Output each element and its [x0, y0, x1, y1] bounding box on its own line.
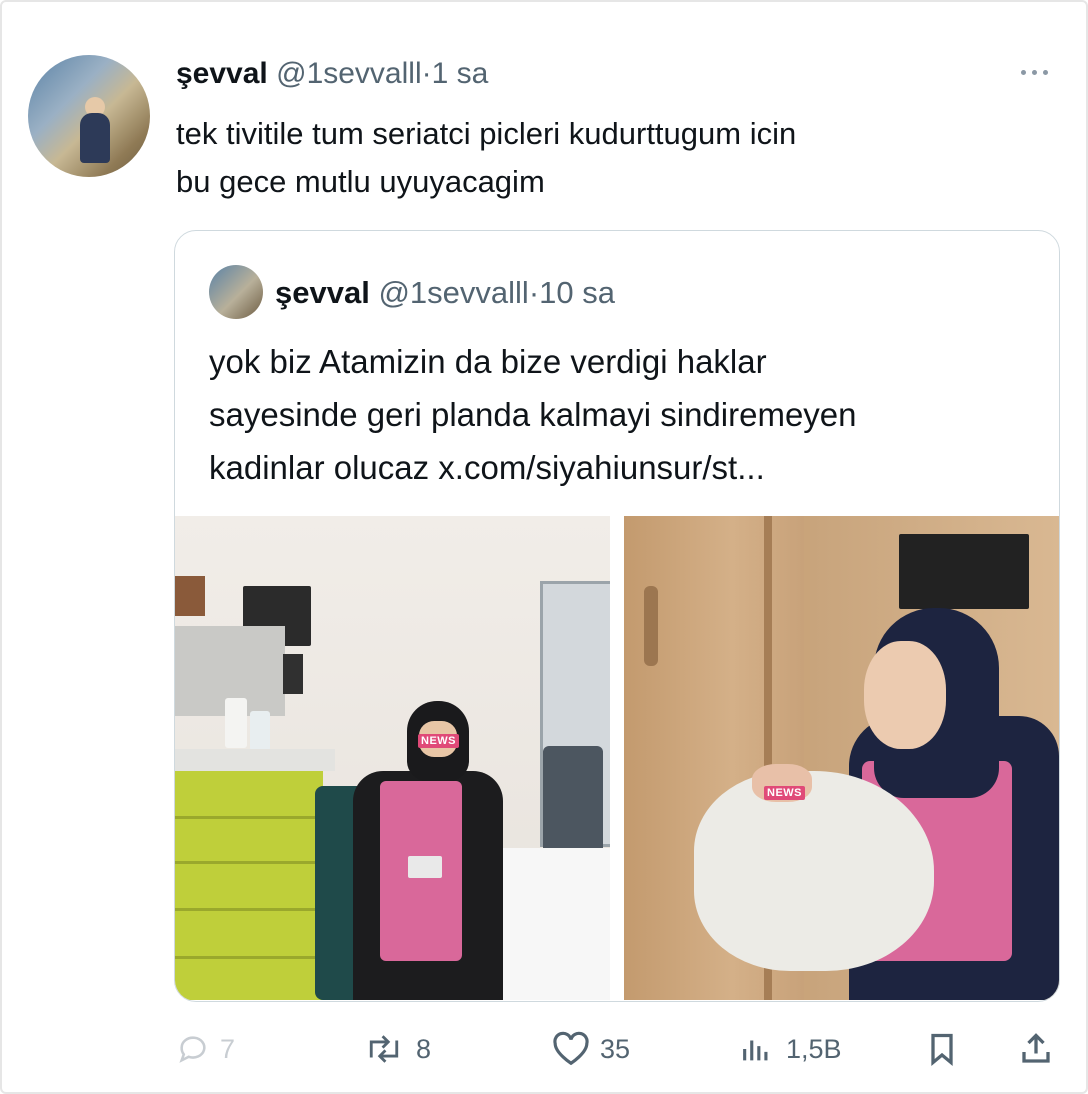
share-icon: [1022, 1033, 1050, 1063]
author-name[interactable]: şevval: [176, 57, 268, 90]
quote-author-avatar[interactable]: [209, 265, 263, 319]
tweet-action-bar: 7 8 35 1,5B: [0, 1024, 1088, 1074]
quote-separator-dot: ·: [528, 275, 540, 310]
tweet-time[interactable]: 1 sa: [432, 57, 489, 90]
quote-photo-1[interactable]: NEWS: [175, 516, 610, 1000]
repost-button[interactable]: 8: [362, 1024, 431, 1074]
tweet-text-line: tek tivitile tum seriatci picleri kudurt…: [176, 116, 797, 151]
reply-button[interactable]: 7: [176, 1024, 235, 1074]
tweet-header: şevval @1sevvalll·1 sa: [176, 56, 488, 92]
quote-author-name: şevval: [275, 275, 370, 310]
repost-count: 8: [416, 1033, 432, 1064]
quoted-tweet-card[interactable]: şevval @1sevvalll·10 sa yok biz Atamizin…: [174, 230, 1060, 1002]
bookmark-button[interactable]: [924, 1024, 960, 1074]
views-button[interactable]: 1,5B: [736, 1024, 842, 1074]
views-icon: [743, 1040, 768, 1061]
repost-icon: [369, 1035, 399, 1063]
quote-author-handle: @1sevvalll: [378, 275, 529, 310]
like-count: 35: [600, 1033, 631, 1064]
author-avatar[interactable]: [28, 55, 150, 177]
quote-text-line: kadinlar olucaz x.com/siyahiunsur/st...: [209, 449, 765, 486]
like-icon: [553, 1031, 589, 1066]
more-icon[interactable]: [1012, 62, 1056, 82]
reply-count: 7: [220, 1033, 236, 1064]
bookmark-icon: [931, 1033, 953, 1067]
views-count: 1,5B: [786, 1033, 842, 1064]
quote-text-line: yok biz Atamizin da bize verdigi haklar: [209, 343, 767, 380]
share-button[interactable]: [1018, 1024, 1054, 1074]
reply-icon: [179, 1036, 206, 1063]
author-handle[interactable]: @1sevvalll: [276, 57, 422, 90]
like-button[interactable]: 35: [552, 1024, 630, 1074]
separator-dot: ·: [421, 57, 432, 90]
quote-text-line: sayesinde geri planda kalmayi sindiremey…: [209, 396, 857, 433]
photo-news-tag: NEWS: [418, 734, 459, 748]
quote-text: yok biz Atamizin da bize verdigi haklar …: [209, 335, 1049, 494]
quote-photo-2[interactable]: NEWS: [624, 516, 1059, 1000]
quote-time: 10 sa: [539, 275, 615, 310]
tweet-text-line: bu gece mutlu uyuyacagim: [176, 164, 545, 199]
photo-news-tag-2: NEWS: [764, 786, 805, 800]
tweet-text: tek tivitile tum seriatci picleri kudurt…: [176, 110, 1056, 206]
quote-header: şevval @1sevvalll·10 sa: [275, 274, 615, 312]
